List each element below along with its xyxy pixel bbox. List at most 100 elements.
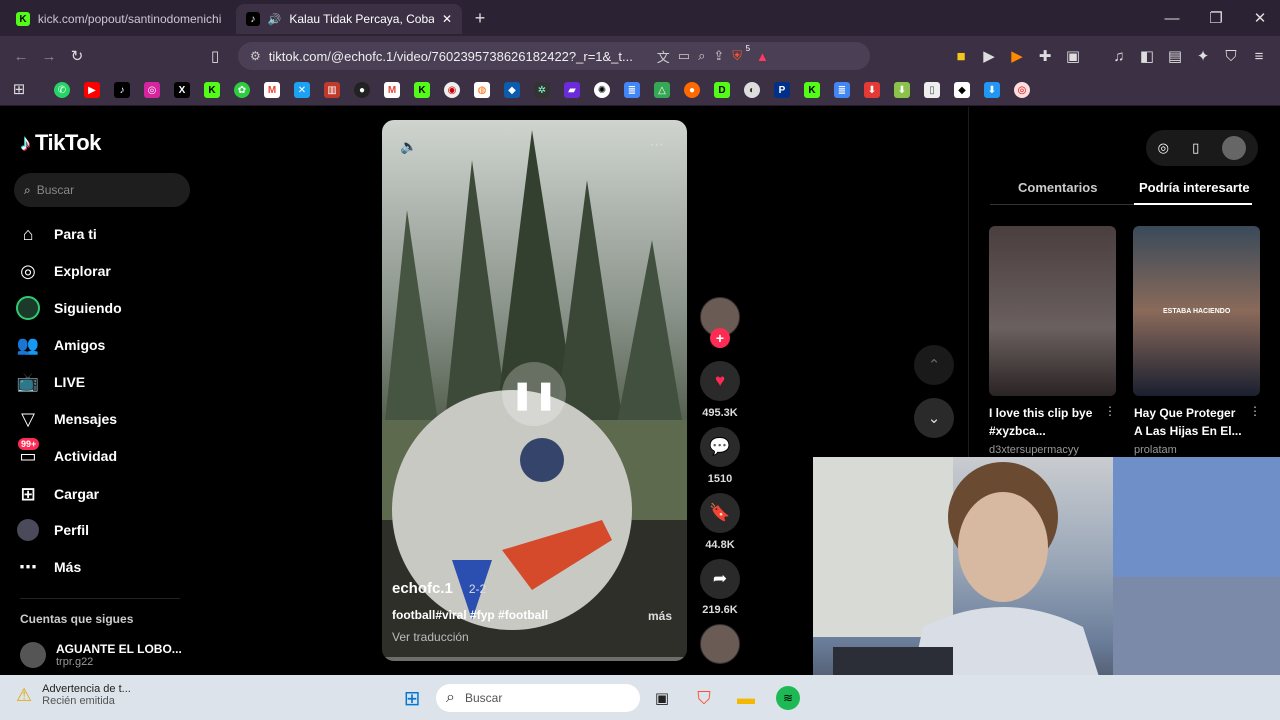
volume-icon[interactable]: 🔈: [400, 138, 417, 155]
card-author[interactable]: prolatam: [1134, 444, 1177, 456]
user-avatar[interactable]: [1222, 136, 1247, 160]
blue-bookmark-icon[interactable]: ✕: [294, 82, 310, 98]
tab-kick[interactable]: K kick.com/popout/santinodomenichin: [6, 4, 232, 34]
openai-bookmark-icon[interactable]: ✺: [594, 82, 610, 98]
drive-bookmark-icon[interactable]: △: [654, 82, 670, 98]
like-button[interactable]: ♥: [700, 361, 740, 401]
gmail-bookmark-icon[interactable]: M: [264, 82, 280, 98]
docs-bookmark-icon[interactable]: ≣: [624, 82, 640, 98]
screenshot-icon[interactable]: ▣: [1064, 46, 1082, 66]
recommended-thumbnail[interactable]: ESTABA HACIENDO: [1133, 226, 1260, 396]
youtube-bookmark-icon[interactable]: ▶: [84, 82, 100, 98]
red-circle-bookmark-icon[interactable]: ◉: [444, 82, 460, 98]
menu-icon[interactable]: ≡: [1250, 46, 1268, 66]
x-bookmark-icon[interactable]: X: [174, 82, 190, 98]
globe-bookmark-icon[interactable]: ◐: [744, 82, 760, 98]
bookmark-icon[interactable]: ▯: [206, 46, 224, 66]
extension-wallet-icon[interactable]: ■: [952, 46, 970, 66]
orange-dot-bookmark-icon[interactable]: ●: [684, 82, 700, 98]
cast-icon[interactable]: ▭: [678, 48, 690, 64]
sidebar-item-explorar[interactable]: ◎ Explorar: [16, 257, 111, 285]
file-bookmark-icon[interactable]: ▯: [924, 82, 940, 98]
sidebar-item-perfil[interactable]: Perfil: [16, 516, 89, 544]
share-icon[interactable]: ⇪: [713, 48, 724, 64]
sidebar-item-cargar[interactable]: ⊞ Cargar: [16, 480, 99, 508]
minimize-button[interactable]: —: [1162, 8, 1182, 28]
download-blue-bookmark-icon[interactable]: ⬇: [984, 82, 1000, 98]
back-icon[interactable]: ←: [12, 46, 30, 66]
zoom-icon[interactable]: ⌕: [698, 48, 705, 64]
new-tab-button[interactable]: +: [470, 8, 490, 28]
sidebar-toggle-icon[interactable]: ◧: [1138, 46, 1156, 66]
followed-account[interactable]: AGUANTE EL LOBO... trpr.g22: [20, 642, 182, 668]
notification-widget[interactable]: ⚠ Advertencia de t... Recién emitida: [16, 683, 131, 707]
sidebar-item-mas[interactable]: ⋯ Más: [16, 553, 81, 581]
compass-small-icon[interactable]: ◎: [1158, 140, 1169, 156]
next-video-button[interactable]: ⌄: [914, 398, 954, 438]
orange-bookmark-icon[interactable]: ◍: [474, 82, 490, 98]
extension-orange-play-icon[interactable]: ▶: [1008, 46, 1026, 66]
taskbar-search[interactable]: ⌕ Buscar: [436, 684, 640, 712]
brave-taskbar-icon[interactable]: ⛉: [692, 686, 716, 710]
green-bookmark-icon[interactable]: ✿: [234, 82, 250, 98]
recommended-thumbnail[interactable]: [989, 226, 1116, 396]
twitch-bookmark-icon[interactable]: ▰: [564, 82, 580, 98]
sidebar-item-amigos[interactable]: 👥 Amigos: [16, 331, 106, 359]
vpn-icon[interactable]: ⛉: [1222, 46, 1240, 66]
tab-tiktok[interactable]: ♪ 🔊 Kalau Tidak Percaya, Coba De ✕: [236, 4, 462, 34]
chart-bookmark-icon[interactable]: ▥: [324, 82, 340, 98]
wallet-icon[interactable]: ▤: [1166, 46, 1184, 66]
windows-start-icon[interactable]: ⊞: [400, 686, 424, 710]
extension-play-icon[interactable]: ▶: [980, 46, 998, 66]
extensions-icon[interactable]: ✚: [1036, 46, 1054, 66]
follow-plus-icon[interactable]: +: [710, 328, 730, 348]
tiktok-bookmark-icon[interactable]: ♪: [114, 82, 130, 98]
search-input[interactable]: ⌕ Buscar: [14, 173, 190, 207]
save-button[interactable]: 🔖: [700, 493, 740, 533]
forward-icon[interactable]: →: [40, 46, 58, 66]
reload-icon[interactable]: ↻: [68, 46, 86, 66]
card-more-icon[interactable]: ⋮: [1249, 404, 1261, 418]
brave-rewards-icon[interactable]: ▲: [756, 49, 769, 64]
diamond-bookmark-icon[interactable]: ◆: [954, 82, 970, 98]
share-button[interactable]: ➦: [700, 559, 740, 599]
translate-link[interactable]: Ver traducción: [392, 630, 469, 644]
tab-podria-interesarte[interactable]: Podría interesarte: [1139, 180, 1250, 195]
sidebar-item-live[interactable]: 📺 LIVE: [16, 368, 85, 396]
tab-comentarios[interactable]: Comentarios: [1018, 180, 1097, 195]
kick3-bookmark-icon[interactable]: K: [804, 82, 820, 98]
download-red-bookmark-icon[interactable]: ⬇: [864, 82, 880, 98]
sidebar-item-siguiendo[interactable]: Siguiendo: [16, 294, 122, 322]
video-player[interactable]: 🔈 ⋯ ❚❚ echofc.1 · 2-2 football#viral #fy…: [382, 120, 687, 661]
dropbox-bookmark-icon[interactable]: ◆: [504, 82, 520, 98]
previous-video-button[interactable]: ⌃: [914, 345, 954, 385]
maximize-button[interactable]: ❐: [1206, 8, 1226, 28]
sidebar-item-para-ti[interactable]: ⌂ Para ti: [16, 220, 97, 248]
github-bookmark-icon[interactable]: ●: [354, 82, 370, 98]
sidebar-item-mensajes[interactable]: ▽ Mensajes: [16, 405, 117, 433]
gmail2-bookmark-icon[interactable]: M: [384, 82, 400, 98]
download-green-bookmark-icon[interactable]: ⬇: [894, 82, 910, 98]
card-title[interactable]: I love this clip bye #xyzbca...: [989, 404, 1107, 440]
media-icon[interactable]: ♫: [1110, 46, 1128, 66]
apps-grid-icon[interactable]: ⊞: [10, 80, 28, 98]
sound-avatar[interactable]: [700, 624, 740, 664]
more-caption-link[interactable]: más: [648, 609, 672, 623]
tiktok-logo[interactable]: ♪ TikTok: [20, 130, 101, 156]
card-title[interactable]: Hay Que Proteger A Las Hijas En El...: [1134, 404, 1246, 440]
close-window-button[interactable]: ✕: [1250, 8, 1270, 28]
instagram-bookmark-icon[interactable]: ◎: [144, 82, 160, 98]
close-tab-icon[interactable]: ✕: [442, 12, 452, 26]
gear-bookmark-icon[interactable]: ✲: [534, 82, 550, 98]
more-options-icon[interactable]: ⋯: [650, 136, 664, 153]
translate-icon[interactable]: 文: [657, 47, 670, 66]
docs2-bookmark-icon[interactable]: ≣: [834, 82, 850, 98]
card-more-icon[interactable]: ⋮: [1104, 404, 1116, 418]
paypal-bookmark-icon[interactable]: P: [774, 82, 790, 98]
kick2-bookmark-icon[interactable]: K: [414, 82, 430, 98]
site-settings-icon[interactable]: ⚙: [250, 49, 261, 63]
sidebar-item-actividad[interactable]: ▭ 99+ Actividad: [16, 438, 117, 470]
leo-ai-icon[interactable]: ✦: [1194, 46, 1212, 66]
comment-button[interactable]: 💬: [700, 427, 740, 467]
video-author[interactable]: echofc.1: [392, 580, 453, 597]
